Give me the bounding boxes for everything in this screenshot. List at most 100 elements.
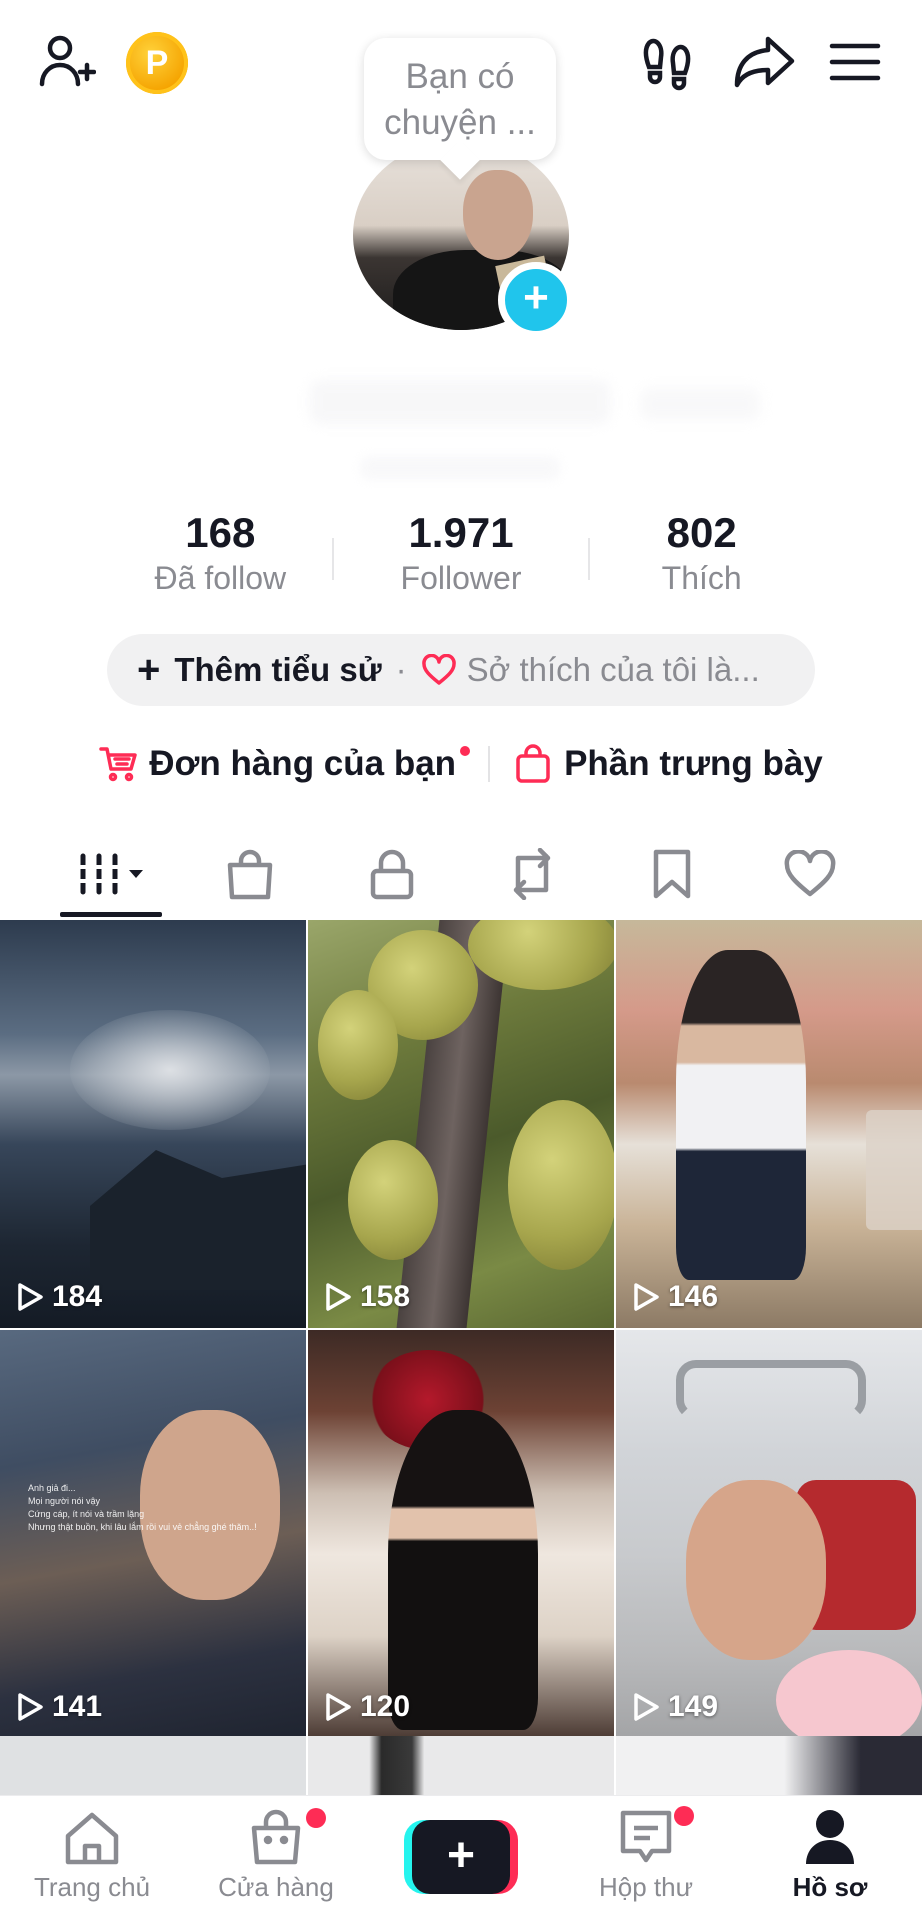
username-blurred [310,380,610,424]
lock-icon [370,849,414,900]
tab-reposts[interactable] [492,828,572,920]
tab-videos[interactable] [60,828,162,920]
view-count-value: 149 [668,1690,719,1723]
view-count: 158 [324,1280,410,1314]
shop-links: Đơn hàng của bạn Phần trưng bày [0,732,922,796]
nav-inbox[interactable]: Hộp thư [566,1796,726,1920]
video-thumbnail-partial[interactable] [616,1736,922,1796]
stat-followers-label: Follower [400,560,522,596]
tab-favorites[interactable] [632,828,712,920]
nav-shop-icon-wrap [196,1796,356,1866]
view-count-value: 120 [360,1690,411,1723]
profile-stats: 168 Đã follow 1.971 Follower 802 Thích [100,508,822,604]
thumbnail-fruit [318,990,398,1100]
stat-divider [332,538,334,580]
showcase-label: Phần trưng bày [564,744,823,783]
video-thumbnail[interactable]: 158 [308,920,614,1328]
stat-following[interactable]: 168 Đã follow [100,508,341,604]
cart-icon [99,747,137,782]
video-thumbnail-partial[interactable] [308,1736,614,1796]
status-bubble[interactable]: Bạn có chuyện ... [364,38,556,160]
view-count-value: 158 [360,1280,411,1313]
thumbnail-fruit [508,1100,614,1270]
add-avatar-plus-icon[interactable]: + [498,262,574,338]
tab-liked[interactable] [770,828,850,920]
overlay-line: Cứng cáp, ít nói và trầm lặng [28,1509,145,1519]
overlay-line: Nhưng thật buồn, khi lâu lắm rồi vui vẻ … [28,1522,257,1532]
view-count-value: 184 [52,1280,103,1313]
home-icon [65,1812,119,1865]
menu-icon[interactable] [826,36,884,88]
view-count: 149 [632,1690,718,1724]
play-icon [634,1283,659,1311]
plus-icon: + [137,647,161,692]
nav-profile-icon-wrap [750,1796,910,1866]
orders-link[interactable]: Đơn hàng của bạn [99,744,471,784]
stat-following-value: 168 [185,509,256,556]
active-tab-indicator [60,912,162,917]
video-thumbnail[interactable]: 149 [616,1330,922,1738]
showcase-link[interactable]: Phần trưng bày [514,744,823,784]
hobby-label: Sở thích của tôi là... [466,651,760,688]
thumbnail-cup [866,1110,922,1230]
avatar-face [463,170,533,260]
bio-separator: · [395,651,407,688]
shopping-bag-icon [227,849,273,900]
shopping-bag-icon [516,744,550,783]
bottom-nav: Trang chủ Cửa hàng + Hộp thư Hồ sơ [0,1795,922,1920]
tab-shop[interactable] [210,828,290,920]
play-icon [326,1283,351,1311]
view-count: 184 [16,1280,102,1314]
profile-icon [806,1810,854,1864]
coin-icon[interactable]: P [126,32,188,94]
nav-home[interactable]: Trang chủ [12,1796,172,1920]
video-thumbnail[interactable]: 146 [616,920,922,1328]
view-count: 141 [16,1690,102,1724]
orders-label: Đơn hàng của bạn [149,744,457,783]
stat-following-label: Đã follow [154,560,287,596]
nav-shop-label: Cửa hàng [218,1872,334,1902]
create-button[interactable]: + [404,1820,518,1894]
shop-divider [488,746,491,782]
nav-home-icon-wrap [12,1796,172,1866]
thumbnail-roof [90,1150,306,1290]
nav-inbox-icon-wrap [566,1796,726,1866]
bookmark-icon [653,849,691,899]
footsteps-icon[interactable] [636,32,698,94]
status-bubble-line-2: chuyện ... [384,103,536,142]
view-count-value: 141 [52,1690,103,1723]
add-bio-label: Thêm tiểu sử [174,651,382,688]
add-friend-icon[interactable] [34,30,98,94]
stat-followers[interactable]: 1.971 Follower [341,508,582,604]
thumbnail-cloud [70,1010,270,1130]
stat-likes[interactable]: 802 Thích [581,508,822,604]
heart-icon [784,850,836,897]
share-icon[interactable] [730,30,800,94]
repost-icon [513,848,551,900]
video-thumbnail-partial[interactable] [0,1736,306,1796]
thumbnail-person [676,950,806,1280]
nav-shop[interactable]: Cửa hàng [196,1796,356,1920]
bio-pill[interactable]: + Thêm tiểu sử · Sở thích của tôi là... [107,634,815,706]
video-thumbnail[interactable]: 120 [308,1330,614,1738]
thumbnail-heart [776,1650,922,1738]
play-icon [18,1283,43,1311]
tab-private[interactable] [352,828,432,920]
nav-profile[interactable]: Hồ sơ [750,1796,910,1920]
inbox-icon [620,1810,672,1863]
stat-followers-value: 1.971 [408,509,514,556]
orders-badge [460,746,471,756]
stat-likes-value: 802 [666,509,737,556]
thumbnail-face [686,1480,826,1660]
shop-icon [251,1809,301,1865]
play-icon [326,1693,351,1721]
grid-icon [77,853,143,895]
thumbnail-bar [676,1360,866,1420]
status-bubble-line-1: Bạn có [405,57,515,96]
video-thumbnail[interactable]: 184 [0,920,306,1328]
nav-home-label: Trang chủ [33,1872,151,1902]
thumbnail-woman [388,1410,538,1730]
username-edit-blurred [640,388,760,420]
stat-likes-label: Thích [661,560,742,596]
video-thumbnail[interactable]: Anh giả đi... Mọi người nói vậy Cứng cáp… [0,1330,306,1738]
